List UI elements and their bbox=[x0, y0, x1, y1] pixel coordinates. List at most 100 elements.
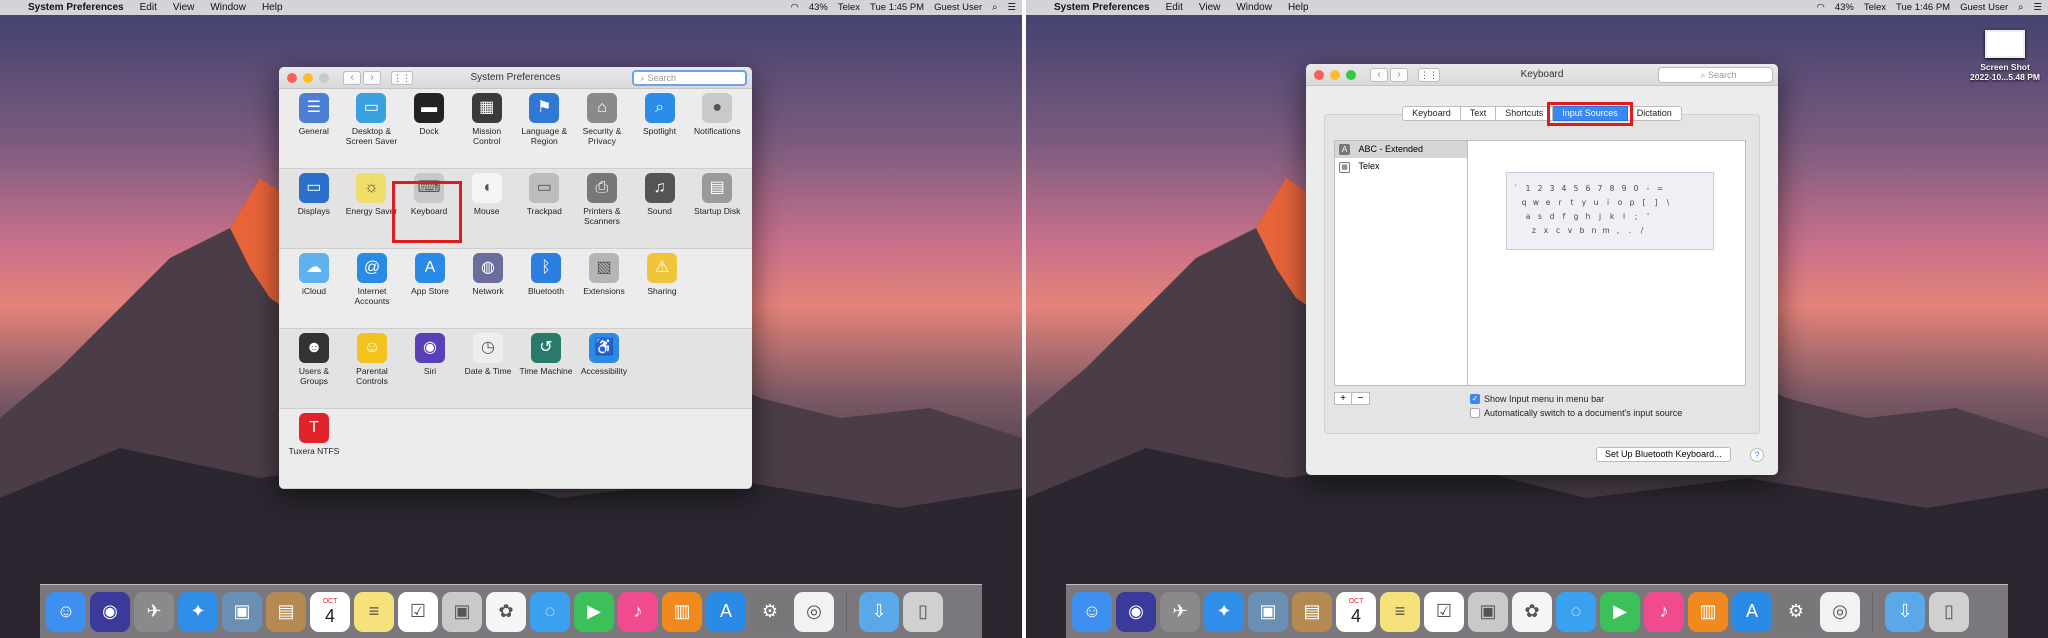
help-button[interactable]: ? bbox=[1750, 448, 1764, 462]
desktop-file[interactable]: Screen Shot 2022-10...5.48 PM bbox=[1970, 30, 2040, 82]
dock-chrome-icon[interactable]: ◎ bbox=[794, 591, 834, 632]
minimize-button[interactable] bbox=[1330, 69, 1340, 80]
input-source-menu[interactable]: Telex bbox=[838, 2, 860, 13]
search-input[interactable]: ⌕ Search bbox=[1658, 67, 1773, 83]
dock-messages-icon[interactable]: ◌ bbox=[530, 591, 570, 632]
pref-siri[interactable]: ◉ Siri bbox=[401, 333, 459, 408]
dock-contacts-icon[interactable]: ▤ bbox=[266, 591, 306, 632]
input-source-menu[interactable]: Telex bbox=[1864, 2, 1886, 13]
tab-text[interactable]: Text bbox=[1460, 106, 1497, 121]
pref-tuxera[interactable]: T Tuxera NTFS bbox=[285, 413, 343, 488]
pref-trackpad[interactable]: ▭ Trackpad bbox=[516, 173, 574, 248]
menu-help[interactable]: Help bbox=[262, 2, 283, 13]
pref-parental-controls[interactable]: ☺ Parental Controls bbox=[343, 333, 401, 408]
dock-siri-icon[interactable]: ◉ bbox=[90, 591, 130, 632]
dock-facetime-icon[interactable]: ▶ bbox=[574, 591, 614, 632]
dock-finder-icon[interactable]: ☺ bbox=[1072, 591, 1112, 632]
dock-ibooks-icon[interactable]: ▥ bbox=[662, 591, 702, 632]
clock[interactable]: Tue 1:45 PM bbox=[870, 2, 924, 13]
dock-app-store-icon[interactable]: A bbox=[1732, 591, 1772, 632]
search-input[interactable]: ⌕ Search bbox=[632, 70, 747, 86]
pref-printer[interactable]: ⎙ Printers & Scanners bbox=[573, 173, 631, 248]
minimize-button[interactable] bbox=[303, 72, 313, 83]
pref-security[interactable]: ⌂ Security & Privacy bbox=[573, 93, 631, 168]
list-item[interactable]: A ABC - Extended bbox=[1335, 141, 1467, 158]
clock[interactable]: Tue 1:46 PM bbox=[1896, 2, 1950, 13]
pref-spotlight[interactable]: ⌕ Spotlight bbox=[631, 93, 689, 168]
pref-language[interactable]: ⚑ Language & Region bbox=[516, 93, 574, 168]
pref-app-store[interactable]: A App Store bbox=[401, 253, 459, 328]
dock-preview-icon[interactable]: ▣ bbox=[222, 591, 262, 632]
spotlight-search-icon[interactable]: ⌕ bbox=[992, 2, 997, 13]
dock-calendar-icon[interactable]: OCT 4 bbox=[310, 591, 350, 632]
pref-desktop[interactable]: ▭ Desktop & Screen Saver bbox=[343, 93, 401, 168]
dock-facetime-icon[interactable]: ▶ bbox=[1600, 591, 1640, 632]
dock-chrome-icon[interactable]: ◎ bbox=[1820, 591, 1860, 632]
dock-reminders-icon[interactable]: ☑ bbox=[1424, 591, 1464, 632]
forward-button[interactable]: › bbox=[363, 70, 381, 85]
pref-time-machine[interactable]: ↺ Time Machine bbox=[517, 333, 575, 408]
dock-trash-icon[interactable]: ▯ bbox=[903, 591, 943, 632]
dock-photos-icon[interactable]: ✿ bbox=[486, 591, 526, 632]
spotlight-search-icon[interactable]: ⌕ bbox=[2018, 2, 2023, 13]
app-menu[interactable]: System Preferences bbox=[1054, 2, 1150, 13]
pref-date-time[interactable]: ◷ Date & Time bbox=[459, 333, 517, 408]
add-source-button[interactable]: + bbox=[1334, 392, 1352, 405]
menu-view[interactable]: View bbox=[1199, 2, 1221, 13]
back-button[interactable]: ‹ bbox=[1370, 67, 1388, 82]
back-button[interactable]: ‹ bbox=[343, 70, 361, 85]
menu-edit[interactable]: Edit bbox=[1166, 2, 1183, 13]
user-menu[interactable]: Guest User bbox=[1960, 2, 2008, 13]
menu-edit[interactable]: Edit bbox=[140, 2, 157, 13]
zoom-button[interactable] bbox=[1346, 69, 1356, 80]
dock-photos-icon[interactable]: ✿ bbox=[1512, 591, 1552, 632]
tab-shortcuts[interactable]: Shortcuts bbox=[1496, 106, 1554, 121]
wifi-icon[interactable]: ◠ bbox=[1817, 2, 1825, 13]
app-menu[interactable]: System Preferences bbox=[28, 2, 124, 13]
pref-bluetooth[interactable]: ᛒ Bluetooth bbox=[517, 253, 575, 328]
battery-percent[interactable]: 43% bbox=[809, 2, 828, 13]
show-all-grid-icon[interactable]: ⋮⋮ bbox=[1418, 67, 1440, 82]
dock-downloads-icon[interactable]: ⇩ bbox=[859, 591, 899, 632]
dock-siri-icon[interactable]: ◉ bbox=[1116, 591, 1156, 632]
notification-center-icon[interactable]: ☰ bbox=[2033, 2, 2042, 13]
dock-itunes-icon[interactable]: ♪ bbox=[618, 591, 658, 632]
wifi-icon[interactable]: ◠ bbox=[791, 2, 799, 13]
dock-itunes-icon[interactable]: ♪ bbox=[1644, 591, 1684, 632]
close-button[interactable] bbox=[287, 72, 297, 83]
dock-photo-booth-icon[interactable]: ▣ bbox=[1468, 591, 1508, 632]
pref-notifications[interactable]: ● Notifications bbox=[688, 93, 746, 168]
notification-center-icon[interactable]: ☰ bbox=[1007, 2, 1016, 13]
tab-dictation[interactable]: Dictation bbox=[1627, 106, 1682, 121]
pref-displays[interactable]: ▭ Displays bbox=[285, 173, 343, 248]
pref-network[interactable]: ◍ Network bbox=[459, 253, 517, 328]
dock-ibooks-icon[interactable]: ▥ bbox=[1688, 591, 1728, 632]
battery-percent[interactable]: 43% bbox=[1835, 2, 1854, 13]
dock-photo-booth-icon[interactable]: ▣ bbox=[442, 591, 482, 632]
dock-notes-icon[interactable]: ≡ bbox=[354, 591, 394, 632]
dock-downloads-icon[interactable]: ⇩ bbox=[1885, 591, 1925, 632]
dock-preview-icon[interactable]: ▣ bbox=[1248, 591, 1288, 632]
dock-trash-icon[interactable]: ▯ bbox=[1929, 591, 1969, 632]
setup-bluetooth-keyboard-button[interactable]: Set Up Bluetooth Keyboard... bbox=[1596, 447, 1731, 462]
pref-sound[interactable]: ♫ Sound bbox=[631, 173, 689, 248]
forward-button[interactable]: › bbox=[1390, 67, 1408, 82]
dock-reminders-icon[interactable]: ☑ bbox=[398, 591, 438, 632]
menu-window[interactable]: Window bbox=[1236, 2, 1272, 13]
remove-source-button[interactable]: − bbox=[1352, 392, 1370, 405]
menu-help[interactable]: Help bbox=[1288, 2, 1309, 13]
menu-view[interactable]: View bbox=[173, 2, 195, 13]
dock-contacts-icon[interactable]: ▤ bbox=[1292, 591, 1332, 632]
show-all-grid-icon[interactable]: ⋮⋮ bbox=[391, 70, 413, 85]
pref-icloud[interactable]: ☁ iCloud bbox=[285, 253, 343, 328]
dock-app-store-icon[interactable]: A bbox=[706, 591, 746, 632]
user-menu[interactable]: Guest User bbox=[934, 2, 982, 13]
pref-startup-disk[interactable]: ▤ Startup Disk bbox=[688, 173, 746, 248]
menu-window[interactable]: Window bbox=[210, 2, 246, 13]
pref-general[interactable]: ☰ General bbox=[285, 93, 343, 168]
pref-accessibility[interactable]: ♿ Accessibility bbox=[575, 333, 633, 408]
dock-safari-icon[interactable]: ✦ bbox=[178, 591, 218, 632]
dock-system-preferences-icon[interactable]: ⚙ bbox=[750, 591, 790, 632]
dock-messages-icon[interactable]: ◌ bbox=[1556, 591, 1596, 632]
pref-mouse[interactable]: ◖ Mouse bbox=[458, 173, 516, 248]
